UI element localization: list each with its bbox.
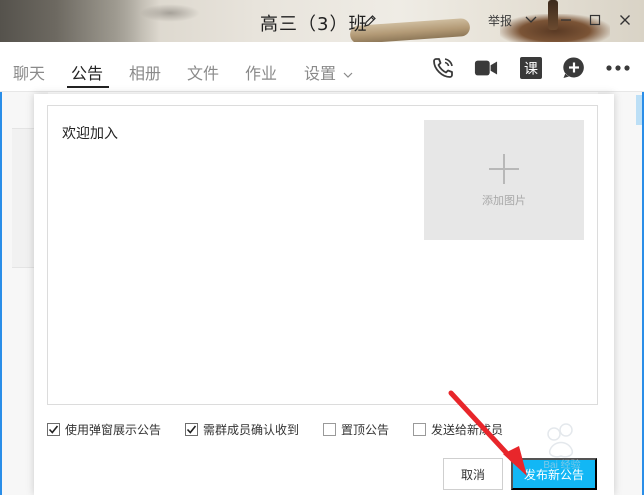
tab-chat[interactable]: 聊天 xyxy=(13,60,45,84)
minimize-icon[interactable] xyxy=(555,9,577,31)
watermark-text: Bai 经验 xyxy=(543,458,580,471)
edit-pencil-icon[interactable] xyxy=(363,14,377,28)
tab-homework[interactable]: 作业 xyxy=(245,60,277,84)
add-image-label: 添加图片 xyxy=(482,195,526,207)
baidu-watermark-logo: Bai 经验 xyxy=(543,423,581,471)
dropdown-menu-icon[interactable] xyxy=(520,9,542,31)
announcement-editor[interactable]: 欢迎加入 添加图片 xyxy=(47,105,598,405)
more-icon[interactable] xyxy=(606,56,630,80)
option-require-confirm[interactable]: 需群成员确认收到 xyxy=(185,421,299,438)
lesson-icon[interactable]: 课 xyxy=(519,56,543,80)
chevron-down-icon[interactable] xyxy=(343,66,353,78)
checkbox-checked[interactable] xyxy=(47,423,60,436)
tab-settings[interactable]: 设置 xyxy=(304,60,336,84)
ink-decoration xyxy=(140,4,200,22)
option-popup-display[interactable]: 使用弹窗展示公告 xyxy=(47,421,161,438)
title-bar-decoration xyxy=(0,0,160,42)
video-icon[interactable] xyxy=(474,56,498,80)
lesson-icon-label: 课 xyxy=(524,62,538,78)
option-label: 需群成员确认收到 xyxy=(203,423,300,437)
add-image-button[interactable]: 添加图片 xyxy=(424,120,584,240)
report-link[interactable]: 举报 xyxy=(488,12,512,29)
option-pin-top[interactable]: 置顶公告 xyxy=(323,421,389,438)
tab-files[interactable]: 文件 xyxy=(187,60,219,84)
phone-icon[interactable] xyxy=(431,56,455,80)
help-icon[interactable] xyxy=(562,56,586,80)
active-tab-indicator xyxy=(67,86,109,88)
tab-album[interactable]: 相册 xyxy=(129,60,161,84)
tab-announcement[interactable]: 公告 xyxy=(71,60,103,84)
checkbox-unchecked[interactable] xyxy=(323,423,336,436)
tab-bar: 聊天 公告 相册 文件 作业 设置 xyxy=(0,42,644,92)
window-title: 高三（3）班 xyxy=(260,14,368,35)
checkbox-unchecked[interactable] xyxy=(413,423,426,436)
checkbox-checked[interactable] xyxy=(185,423,198,436)
plus-icon-vertical xyxy=(503,154,505,184)
option-label: 置顶公告 xyxy=(341,423,390,437)
maximize-icon[interactable] xyxy=(584,9,606,31)
title-bar: 高三（3）班 举报 xyxy=(0,0,644,42)
close-icon[interactable] xyxy=(614,9,636,31)
announcement-text[interactable]: 欢迎加入 xyxy=(62,123,118,143)
window-border-left xyxy=(0,92,2,495)
option-label: 使用弹窗展示公告 xyxy=(65,423,162,437)
